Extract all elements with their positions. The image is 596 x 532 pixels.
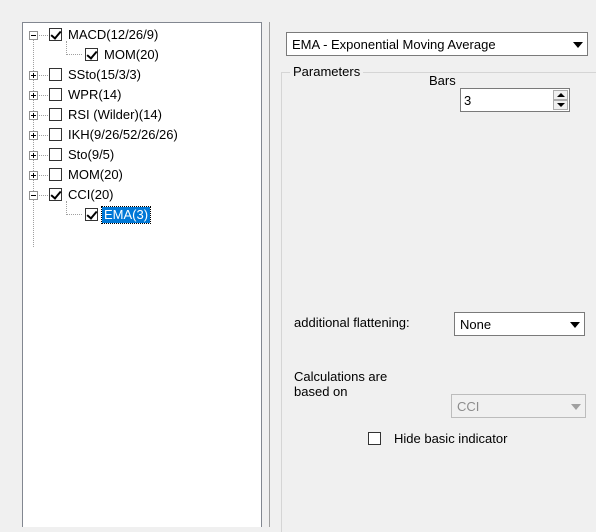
tree-item-label[interactable]: Sto(9/5): [66, 147, 116, 163]
indicator-type-value: EMA - Exponential Moving Average: [292, 37, 496, 52]
tree-item-checkbox[interactable]: [85, 48, 98, 61]
tree-item-label[interactable]: RSI (Wilder)(14): [66, 107, 164, 123]
chevron-down-icon: [567, 395, 585, 417]
tree-item-label-selected[interactable]: EMA(3): [100, 206, 152, 224]
chevron-down-icon[interactable]: [569, 33, 587, 55]
calc-label-line1: Calculations are: [294, 369, 388, 384]
bars-stepper[interactable]: 3: [460, 88, 570, 112]
spin-down-icon[interactable]: [553, 100, 568, 110]
tree-item-label[interactable]: MOM(20): [66, 167, 125, 183]
tree-item-checkbox[interactable]: [49, 148, 62, 161]
tree-item-label[interactable]: SSto(15/3/3): [66, 67, 143, 83]
indicator-tree[interactable]: MACD(12/26/9) MOM(20) SSto(15/3/3) WPR(1…: [22, 22, 262, 527]
tree-item-checkbox[interactable]: [49, 188, 62, 201]
indicator-type-dropdown[interactable]: EMA - Exponential Moving Average: [286, 32, 588, 56]
calc-label-line2: based on: [294, 384, 348, 399]
tree-item-checkbox[interactable]: [49, 108, 62, 121]
expand-icon[interactable]: [29, 171, 38, 180]
tree-item-checkbox[interactable]: [49, 28, 62, 41]
expand-icon[interactable]: [29, 131, 38, 140]
collapse-icon[interactable]: [29, 31, 38, 40]
calc-source-value: CCI: [457, 399, 480, 414]
tree-item-label[interactable]: MOM(20): [102, 47, 161, 63]
expand-icon[interactable]: [29, 91, 38, 100]
expand-icon[interactable]: [29, 71, 38, 80]
tree-item-checkbox[interactable]: [49, 168, 62, 181]
bars-label: Bars: [429, 73, 456, 88]
expand-icon[interactable]: [29, 111, 38, 120]
tree-item-checkbox[interactable]: [49, 68, 62, 81]
flattening-label: additional flattening:: [294, 315, 410, 330]
collapse-icon[interactable]: [29, 191, 38, 200]
expand-icon[interactable]: [29, 151, 38, 160]
hide-basic-checkbox[interactable]: [368, 432, 381, 445]
flattening-dropdown[interactable]: None: [454, 312, 585, 336]
indicator-settings-panel: EMA - Exponential Moving Average Paramet…: [269, 22, 596, 532]
parameters-group: Parameters: [281, 64, 596, 532]
tree-item-checkbox[interactable]: [85, 208, 98, 221]
tree-item-checkbox[interactable]: [49, 88, 62, 101]
tree-item-label[interactable]: WPR(14): [66, 87, 123, 103]
calc-source-dropdown[interactable]: CCI: [451, 394, 586, 418]
chevron-down-icon[interactable]: [566, 313, 584, 335]
tree-item-checkbox[interactable]: [49, 128, 62, 141]
spin-up-icon[interactable]: [553, 90, 568, 100]
hide-basic-label[interactable]: Hide basic indicator: [394, 431, 507, 447]
tree-guide-line: [33, 37, 34, 247]
flattening-value: None: [460, 317, 492, 332]
bars-value[interactable]: 3: [464, 93, 471, 108]
parameters-legend: Parameters: [290, 64, 364, 80]
tree-item-label[interactable]: IKH(9/26/52/26/26): [66, 127, 180, 143]
